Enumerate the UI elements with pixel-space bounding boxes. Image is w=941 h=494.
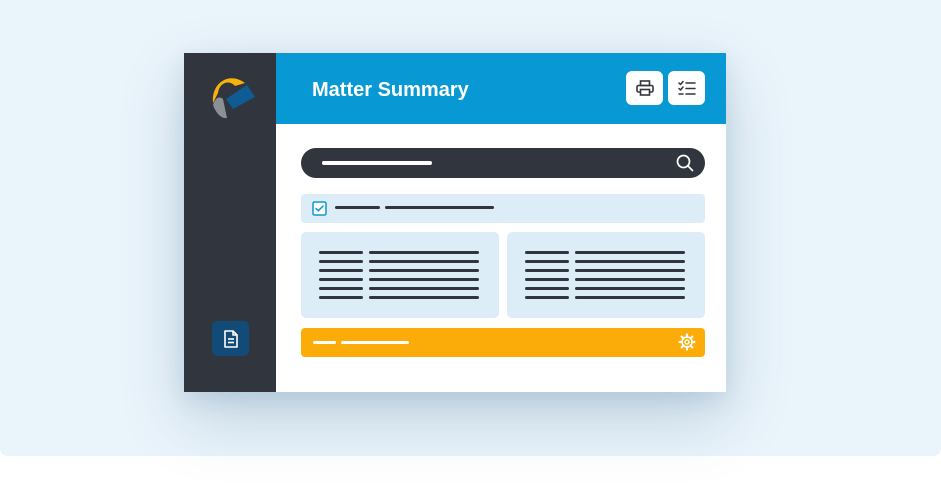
checklist-row[interactable] (301, 194, 705, 223)
card-line (369, 251, 479, 254)
app-logo (212, 78, 255, 119)
checkbox-checked-icon[interactable] (312, 201, 327, 216)
action-text-line (341, 341, 409, 344)
card-line (319, 287, 363, 290)
header-bar: Matter Summary (276, 53, 726, 124)
document-button[interactable] (212, 321, 249, 356)
card-line (575, 251, 685, 254)
card-line (575, 260, 685, 263)
row-text-line (385, 206, 494, 209)
checklist-button[interactable] (668, 71, 705, 105)
print-button[interactable] (626, 71, 663, 105)
card-line (369, 278, 479, 281)
card-line (525, 296, 569, 299)
document-icon (223, 329, 238, 348)
card-line (369, 260, 479, 263)
card-line (319, 269, 363, 272)
row-text-line (335, 206, 380, 209)
card-line (575, 269, 685, 272)
card-line (369, 269, 479, 272)
search-bar[interactable] (301, 148, 705, 178)
card-line (319, 251, 363, 254)
search-icon[interactable] (676, 154, 694, 172)
card-line (525, 251, 569, 254)
summary-card-right (507, 232, 705, 318)
summary-card-left (301, 232, 499, 318)
card-line (575, 278, 685, 281)
search-placeholder-line (322, 161, 432, 165)
sidebar (184, 53, 276, 392)
card-line (575, 287, 685, 290)
card-line (575, 296, 685, 299)
card-line (319, 296, 363, 299)
page-title: Matter Summary (312, 79, 469, 101)
action-text-line (313, 341, 336, 344)
gear-icon[interactable] (678, 333, 696, 351)
card-line (369, 296, 479, 299)
card-line (525, 269, 569, 272)
card-line (369, 287, 479, 290)
card-line (319, 260, 363, 263)
printer-icon (635, 80, 654, 96)
card-line (525, 287, 569, 290)
card-line (525, 260, 569, 263)
checklist-icon (677, 80, 696, 95)
app-window: Matter Summary (184, 53, 726, 392)
card-line (319, 278, 363, 281)
card-line (525, 278, 569, 281)
action-bar[interactable] (301, 328, 705, 357)
